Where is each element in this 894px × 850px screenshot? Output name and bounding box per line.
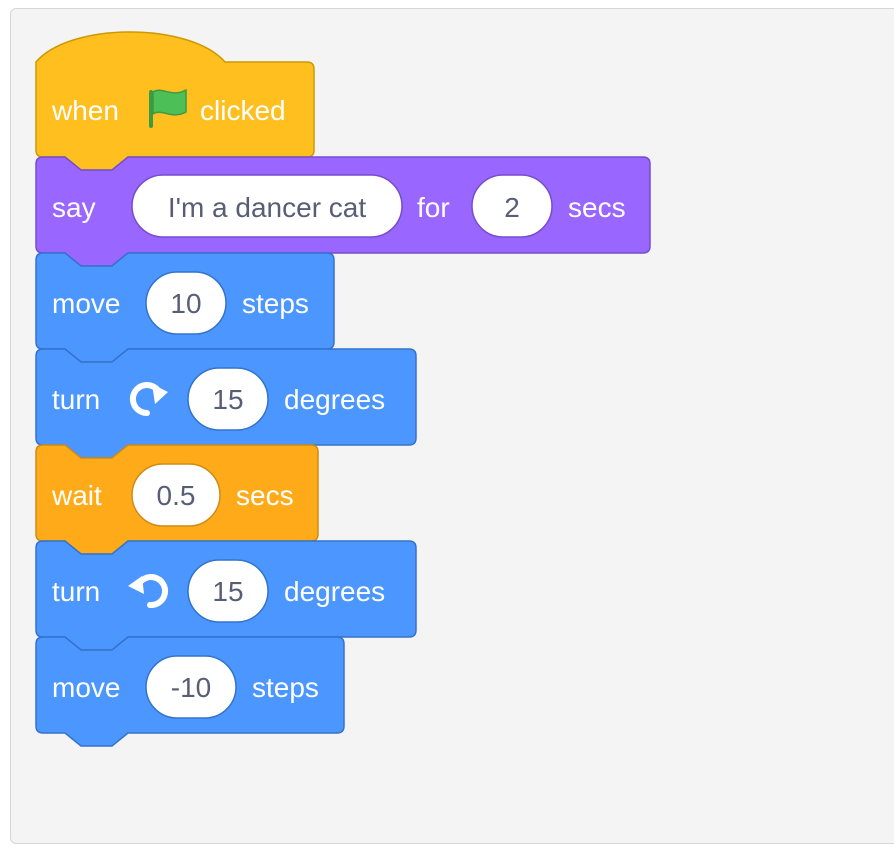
script-stack: when clicked say I'm a dancer cat for 2 … [35,31,651,747]
turn-left-value: 15 [212,576,243,607]
when-label: when [51,95,119,126]
move-label: move [52,288,120,319]
say-secs-label: secs [568,192,626,223]
turn-right-label: turn [52,384,100,415]
say-message-value: I'm a dancer cat [168,192,367,223]
move-steps-block[interactable]: move 10 steps [35,252,335,363]
move-negative-steps-block[interactable]: move -10 steps [35,636,345,747]
move2-label: move [52,672,120,703]
steps-label: steps [242,288,309,319]
say-label: say [52,192,96,223]
wait-duration-value: 0.5 [157,480,196,511]
when-flag-clicked-block[interactable]: when clicked [35,31,315,171]
say-for-secs-block[interactable]: say I'm a dancer cat for 2 secs [35,156,651,267]
clicked-label: clicked [200,95,286,126]
move2-steps-label: steps [252,672,319,703]
move-steps-value: 10 [170,288,201,319]
turn-left-degrees-label: degrees [284,576,385,607]
for-label: for [417,192,450,223]
turn-right-block[interactable]: turn 15 degrees [35,348,417,459]
turn-right-value: 15 [212,384,243,415]
say-duration-value: 2 [504,192,520,223]
wait-label: wait [51,480,102,511]
turn-right-degrees-label: degrees [284,384,385,415]
turn-left-block[interactable]: turn 15 degrees [35,540,417,651]
wait-secs-label: secs [236,480,294,511]
turn-left-label: turn [52,576,100,607]
move2-steps-value: -10 [171,672,211,703]
wait-secs-block[interactable]: wait 0.5 secs [35,444,319,555]
